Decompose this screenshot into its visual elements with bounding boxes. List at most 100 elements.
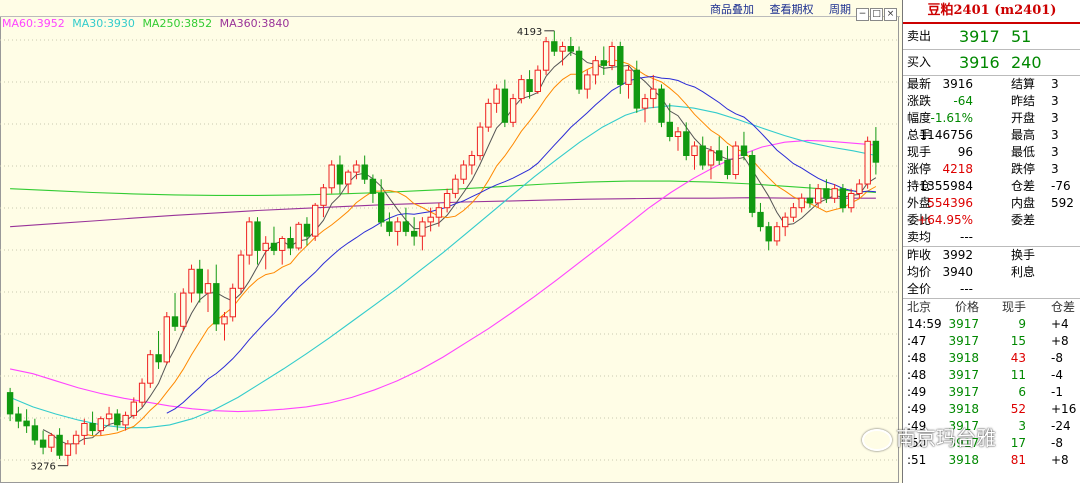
candle-up — [542, 41, 550, 71]
stats-block-2: 昨收 3992 换手 均价 3940 利息全价 --- — [903, 247, 1080, 299]
candle-up — [353, 164, 360, 173]
candle-down — [757, 211, 764, 228]
candle-up — [328, 164, 335, 189]
tick-oi-change: -4 — [1051, 368, 1063, 382]
rows-value: 554396 — [927, 196, 973, 210]
quote-panel: 豆粕2401 (m2401) 卖出 3917 51 买入 3916 240 最新… — [902, 0, 1080, 483]
candle-up — [559, 46, 566, 52]
minimize-icon[interactable]: − — [856, 8, 869, 21]
period-button[interactable]: 周期 — [829, 3, 851, 16]
candle-down — [196, 268, 204, 294]
tick-oi-change: -1 — [1051, 385, 1063, 399]
rows-label-2: 昨结 — [1011, 94, 1036, 108]
tick-price: 3917 — [948, 334, 979, 348]
rows2-label-2: 利息 — [1011, 265, 1036, 279]
rows-label-2: 内盘 — [1011, 196, 1036, 210]
rows2-label: 均价 — [907, 265, 932, 279]
candle-up — [427, 216, 434, 223]
candle-up — [320, 187, 327, 206]
buy-row[interactable]: 买入 3916 240 — [903, 50, 1080, 76]
legend-ma360: MA360:3840 — [219, 17, 290, 30]
tick-time: :47 — [907, 334, 927, 348]
tick-row: :49 3918 52 +16 — [903, 401, 1080, 418]
rows-label-2: 委差 — [1011, 213, 1036, 227]
candle-down — [369, 178, 377, 194]
rows-value-2: 592 — [1051, 196, 1074, 210]
tick-volume: 43 — [1010, 351, 1026, 365]
rows-value: 3916 — [942, 77, 973, 91]
candle-down — [617, 46, 624, 85]
stats-block: 最新 3916 结算 3 涨跌 -64 昨结 3 幅度 -1.61% 开盘 3 总手 1146756 最高 3… — [903, 76, 1080, 229]
avg-value: --- — [960, 230, 973, 244]
tick-oi-change: +8 — [1051, 453, 1069, 467]
rows-label-2: 结算 — [1011, 77, 1036, 91]
tick-volume: 9 — [1018, 317, 1026, 331]
tick-time: 14:59 — [907, 317, 942, 331]
sell-row[interactable]: 卖出 3917 51 — [903, 24, 1080, 50]
rows2-label-2: 换手 — [1011, 248, 1036, 262]
candle-up — [48, 434, 55, 448]
kline-chart[interactable]: 4193 3276 MA60:3952 MA30:3930 MA250:3852 … — [0, 0, 900, 483]
rows-value-2: 3 — [1051, 145, 1059, 159]
tick-row: :48 3917 11 -4 — [903, 367, 1080, 384]
buy-volume: 240 — [1011, 53, 1042, 72]
candle-down — [155, 354, 162, 363]
close-icon[interactable]: × — [884, 8, 897, 21]
rows-label: 最新 — [907, 77, 932, 91]
candle-up — [221, 316, 228, 325]
rows-value: -1.61% — [930, 111, 973, 125]
candle-down — [575, 50, 583, 90]
candle-down — [806, 197, 814, 204]
view-options-button[interactable]: 查看期权 — [770, 3, 814, 16]
rows2-value: 3940 — [942, 265, 973, 279]
candle-down — [872, 140, 880, 163]
candle-up — [452, 178, 459, 194]
candle-up — [147, 354, 154, 384]
rows-label: 涨停 — [907, 162, 932, 176]
candle-up — [493, 88, 500, 104]
candle-up — [584, 74, 591, 90]
candle-down — [361, 164, 368, 180]
rows2-row: 全价 --- — [903, 281, 1080, 298]
candle-up — [312, 204, 319, 237]
window-buttons: − □ × — [856, 1, 898, 21]
overlay-button[interactable]: 商品叠加 — [710, 3, 754, 16]
candle-down — [724, 159, 731, 176]
contract-title: 豆粕2401 (m2401) — [903, 0, 1080, 24]
rows2-row: 昨收 3992 换手 — [903, 247, 1080, 264]
tick-oi-change: +16 — [1051, 402, 1077, 416]
candle-down — [303, 223, 311, 237]
ma-line-ma60 — [9, 139, 876, 413]
candle-up — [485, 102, 492, 128]
candle-up — [246, 221, 253, 256]
rows-value: +64.95% — [917, 213, 973, 227]
wechat-icon — [862, 428, 892, 451]
candle-up — [707, 150, 715, 166]
rows2-value: --- — [960, 282, 973, 296]
sell-label: 卖出 — [907, 29, 932, 43]
candle-down — [254, 221, 261, 251]
rows-row: 现手 96 最低 3 — [903, 144, 1080, 161]
candle-down — [658, 88, 665, 123]
candle-up — [476, 126, 484, 157]
candle-down — [683, 131, 690, 157]
sell-volume: 51 — [1011, 27, 1032, 46]
candle-up — [831, 188, 838, 199]
candle-up — [72, 434, 80, 445]
tick-volume: 6 — [1018, 385, 1026, 399]
rows2-label: 昨收 — [907, 248, 932, 262]
tick-time: :49 — [907, 385, 927, 399]
buy-price: 3916 — [959, 53, 1000, 72]
rows-value: -64 — [953, 94, 973, 108]
rows-value-2: 3 — [1051, 128, 1059, 142]
rows-value-2: 3 — [1051, 111, 1059, 125]
tick-header-price: 价格 — [954, 300, 979, 314]
legend-ma30: MA30:3930 — [72, 17, 135, 30]
candle-up — [81, 423, 88, 436]
restore-icon[interactable]: □ — [870, 8, 883, 21]
kline-svg[interactable]: 4193 3276 — [0, 0, 900, 483]
candle-up — [394, 221, 401, 232]
chart-toolbar: 商品叠加 查看期权 周期 — [710, 1, 863, 17]
tick-time: :51 — [907, 453, 927, 467]
ma-legend: MA60:3952 MA30:3930 MA250:3852 MA360:384… — [2, 17, 293, 30]
